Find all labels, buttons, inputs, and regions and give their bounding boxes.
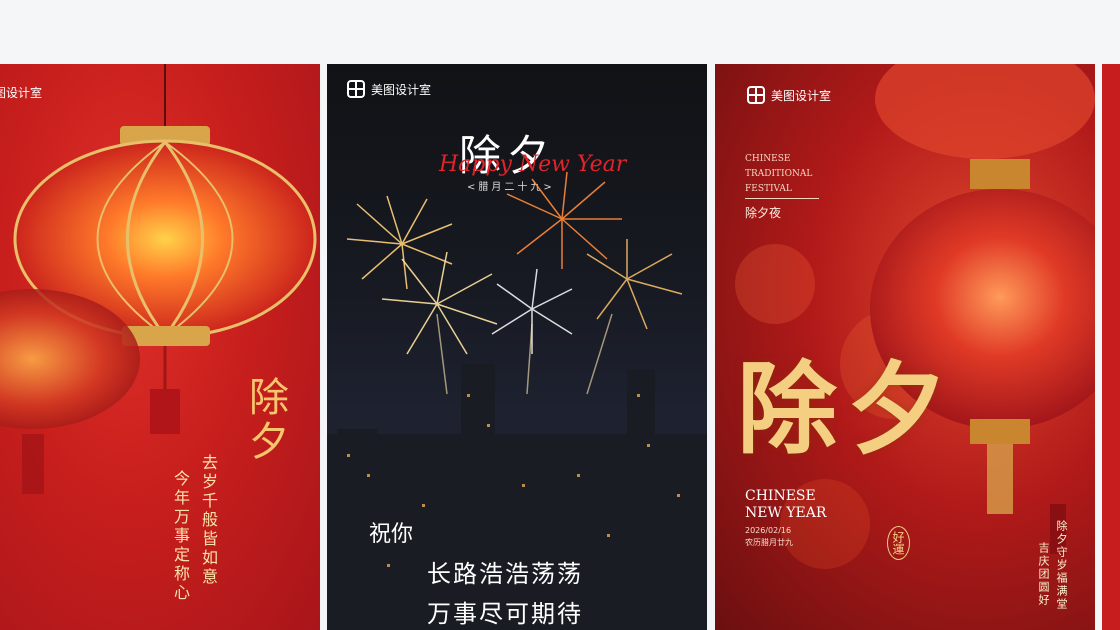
blessing-line-2: 长路浩浩荡荡	[427, 560, 583, 588]
brand-icon	[747, 86, 765, 104]
poster-title-calligraphy: 除夕	[737, 350, 957, 468]
festival-label: CHINESE TRADITIONAL FESTIVAL	[745, 152, 812, 197]
side-line-2: 吉庆团圆好	[1037, 542, 1050, 607]
english-title: CHINESE NEW YEAR	[745, 488, 826, 522]
english-title-line: NEW YEAR	[745, 505, 827, 521]
festival-tag: 除夕夜	[745, 206, 782, 220]
poster-card-golden-calligraphy[interactable]: 美图设计室 CHINESE TRADITIONAL FESTIVAL 除夕夜 除…	[715, 64, 1095, 630]
lunar-date: 农历腊月廿九	[745, 538, 793, 547]
side-line-1: 除夕守岁福满堂	[1055, 520, 1068, 611]
poster-line-1: 去岁千般皆如意	[199, 454, 218, 587]
festival-label-line: TRADITIONAL	[745, 169, 813, 179]
festival-label-line: FESTIVAL	[745, 184, 792, 194]
poster-line-2: 今年万事定称心	[171, 470, 190, 603]
lantern-illustration	[0, 64, 317, 494]
poster-gallery: 图设计室 除夕 去岁千般皆如意 今年万事定称心 美图设计室 除夕 Happy N…	[0, 64, 1120, 630]
english-title-line: CHINESE	[745, 488, 816, 504]
festival-label-line: CHINESE	[745, 154, 791, 164]
good-luck-seal: 好運	[887, 526, 910, 560]
blessing-line-3: 万事尽可期待	[427, 600, 583, 628]
brand-name: 美图设计室	[771, 88, 832, 103]
blessing-line-1: 祝你	[369, 522, 414, 547]
poster-card-fireworks[interactable]: 美图设计室 除夕 Happy New Year <腊月二十九> 祝你 长路浩浩荡…	[327, 64, 707, 630]
top-bar	[0, 0, 1120, 64]
brand-logo: 美图设计室	[747, 86, 831, 104]
divider	[745, 198, 819, 199]
poster-card-partial[interactable]	[1102, 64, 1120, 630]
poster-date: 2026/02/16	[745, 526, 792, 535]
poster-title: 除夕	[242, 376, 288, 464]
poster-card-lantern[interactable]: 图设计室 除夕 去岁千般皆如意 今年万事定称心	[0, 64, 320, 630]
